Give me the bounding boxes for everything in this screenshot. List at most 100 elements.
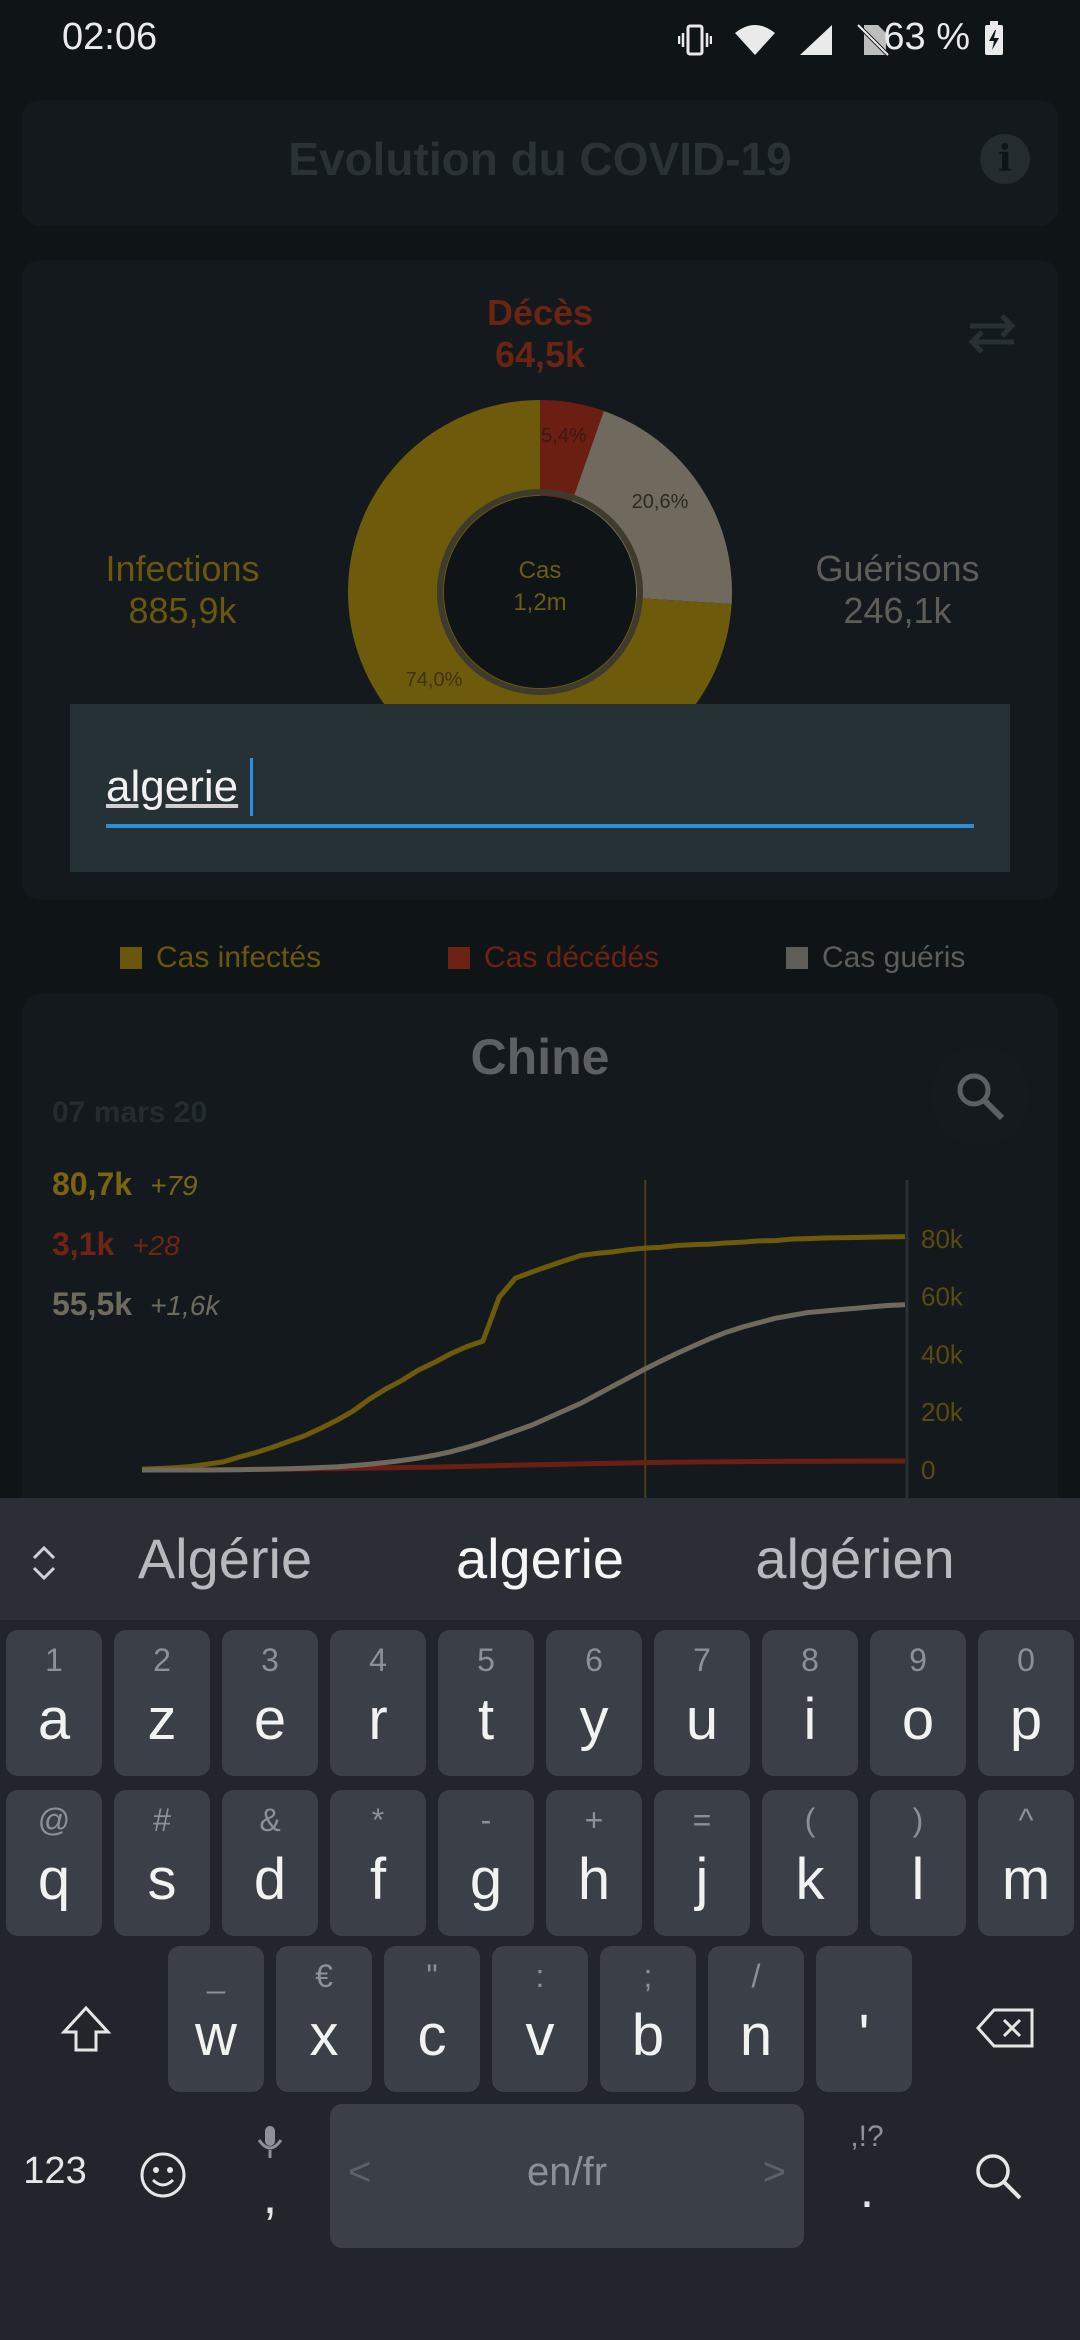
infections-label: Infections [105,548,260,589]
key-u[interactable]: 7u [654,1630,750,1776]
wifi-icon [735,25,775,55]
key-hint: 2 [153,1642,171,1678]
key-hint: - [480,1802,492,1838]
space-key[interactable]: < en/fr > [330,2104,804,2248]
stat-infected-value: 80,7k [52,1166,133,1202]
text-cursor [250,758,253,816]
key-o[interactable]: 9o [870,1630,966,1776]
info-icon[interactable]: i [980,134,1030,184]
key-label: j [695,1847,709,1912]
legend-swatch-infected [120,947,142,969]
keyboard-search-key[interactable] [972,2150,1024,2202]
key-t[interactable]: 5t [438,1630,534,1776]
key-hint: 1 [45,1642,63,1678]
key-hint: 4 [369,1642,387,1678]
punctuation-hint: ,!? [850,2120,884,2153]
key-h[interactable]: + h [546,1790,642,1936]
key-b[interactable]: ; b [600,1946,696,2092]
key-hint: + [584,1802,604,1838]
key-v[interactable]: :v [492,1946,588,2092]
key-hint: : [535,1958,545,1994]
series-infected-line [141,1234,906,1472]
suggestion-1[interactable]: Algérie [110,1526,340,1591]
country-line-chart[interactable]: 80k 60k 40k 20k 0 [130,1180,1010,1498]
key-label: t [477,1687,495,1752]
key-q[interactable]: @ q [6,1790,102,1936]
language-next-icon: > [762,2150,786,2194]
key-label: x [309,2003,339,2068]
key-r[interactable]: 4r [330,1630,426,1776]
key-c[interactable]: " c [384,1946,480,2092]
key-hint: € [315,1958,333,1994]
backspace-icon [975,2008,1034,2048]
key-p[interactable]: 0p [978,1630,1074,1776]
key-g[interactable]: -g [438,1790,534,1936]
key-k[interactable]: (k [762,1790,858,1936]
key-label: n [739,2003,773,2068]
key-label: q [37,1847,71,1912]
key-l[interactable]: ) l [870,1790,966,1936]
key-j[interactable]: = j [654,1790,750,1936]
status-time: 02:06 [62,16,158,58]
donut-pct-recovered: 20,6% [632,491,689,513]
key-hint: * [371,1802,385,1838]
comma-key[interactable]: , [250,2166,290,2226]
swap-icon[interactable] [964,312,1020,356]
symbols-key[interactable]: 123 [10,2150,100,2193]
suggestion-3[interactable]: algérien [730,1526,980,1591]
country-search-input[interactable] [106,752,974,822]
key-a[interactable]: 1a [6,1630,102,1776]
key-hint: 9 [909,1642,927,1678]
recoveries-value: 246,1k [843,590,952,631]
key-z[interactable]: 2z [114,1630,210,1776]
donut-pct-infected: 74,0% [406,669,463,691]
key-n[interactable]: / n [708,1946,804,2092]
shift-key[interactable] [58,2002,114,2058]
key-apostrophe[interactable]: ' [816,1946,912,2092]
recoveries-summary: Guérisons 246,1k [785,548,1010,632]
suggestion-2[interactable]: algerie [410,1526,670,1591]
search-icon [976,2154,1022,2200]
backspace-key[interactable] [975,2004,1036,2052]
key-y[interactable]: 6y [546,1630,642,1776]
infections-summary: Infections 885,9k [70,548,295,632]
key-label: i [803,1687,817,1752]
legend-infected: Cas infectés [120,938,321,978]
key-hint: 5 [477,1642,495,1678]
battery-indicator: 63 % [883,16,1004,59]
expand-toolbar-icon[interactable] [30,1542,58,1584]
donut-pct-deaths: 5,4% [541,425,587,447]
key-label: f [369,1847,387,1912]
key-f[interactable]: * f [330,1790,426,1936]
period-key[interactable]: . [842,2160,892,2220]
legend-recovered-label: Cas guéris [822,941,966,974]
key-label: o [901,1687,935,1752]
key-label: z [147,1687,177,1752]
key-label: r [368,1687,388,1752]
key-label: m [1001,1847,1051,1912]
key-i[interactable]: 8i [762,1630,858,1776]
legend-swatch-recovered [786,947,808,969]
key-s[interactable]: # s [114,1790,210,1936]
key-d[interactable]: & d [222,1790,318,1936]
key-label: u [685,1687,719,1752]
legend-infected-label: Cas infectés [156,941,322,974]
key-e[interactable]: 3e [222,1630,318,1776]
key-hint: & [259,1802,281,1838]
key-hint: 3 [261,1642,279,1678]
country-search-button[interactable] [930,1046,1030,1146]
status-bar: 02:06 63 % [0,0,1080,80]
key-label: b [631,2003,665,2068]
signal-icon [800,25,832,55]
key-label: p [1009,1687,1043,1752]
key-w[interactable]: _ w [168,1946,264,2092]
key-label: a [37,1687,71,1752]
y-tick-label: 20k [921,1397,964,1427]
y-tick-label: 80k [921,1224,964,1254]
key-m[interactable]: ^ m [978,1790,1074,1936]
microphone-icon [257,2126,283,2158]
key-x[interactable]: € x [276,1946,372,2092]
key-hint: ; [643,1958,653,1994]
emoji-key[interactable] [138,2150,188,2200]
legend-swatch-deaths [448,947,470,969]
